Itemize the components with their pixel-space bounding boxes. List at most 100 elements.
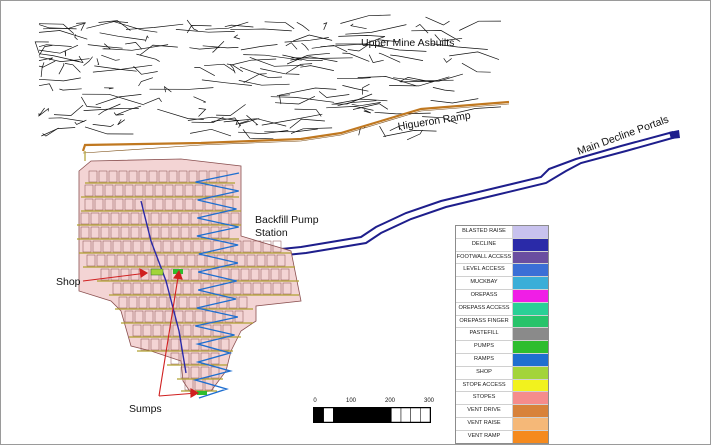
asbuilt-drift bbox=[202, 45, 239, 49]
legend-swatch bbox=[513, 315, 548, 328]
asbuilt-drift bbox=[461, 62, 491, 73]
sumps-label: Sumps bbox=[129, 403, 162, 415]
scale-segment bbox=[323, 407, 334, 423]
legend-swatch bbox=[513, 302, 548, 315]
asbuilt-drift bbox=[38, 77, 81, 82]
legend: BLASTED RAISE DECLINE FOOTWALL ACCESS LEVEL… bbox=[455, 225, 549, 444]
asbuilt-drift bbox=[285, 42, 298, 50]
scale-segment bbox=[400, 407, 411, 423]
asbuilt-drift bbox=[362, 83, 370, 95]
asbuilt-drift bbox=[136, 53, 160, 62]
legend-label: VENT RAMP bbox=[456, 430, 513, 443]
asbuilt-drift bbox=[204, 63, 235, 72]
shop-label: Shop bbox=[56, 276, 81, 288]
legend-row: BLASTED RAISE bbox=[456, 226, 548, 239]
legend-row: OREPASS FINGER bbox=[456, 315, 548, 329]
scale-tick-label: 200 bbox=[384, 398, 396, 404]
legend-label: STOPE ACCESS bbox=[456, 379, 513, 392]
asbuilt-drift bbox=[350, 23, 367, 30]
legend-label: OREPASS ACCESS bbox=[456, 302, 513, 315]
legend-swatch bbox=[513, 341, 548, 353]
legend-label: FOOTWALL ACCESS bbox=[456, 251, 513, 264]
legend-swatch bbox=[513, 328, 548, 341]
asbuilt-drift bbox=[264, 128, 318, 133]
scale-tick-label: 300 bbox=[423, 398, 435, 404]
legend-swatch bbox=[513, 392, 548, 405]
scale-segment bbox=[333, 407, 344, 423]
asbuilt-drift bbox=[342, 52, 370, 62]
legend-swatch bbox=[513, 417, 548, 430]
asbuilt-drift bbox=[104, 87, 114, 90]
asbuilt-drift bbox=[84, 126, 134, 135]
legend-swatch bbox=[513, 226, 548, 238]
legend-swatch bbox=[513, 379, 548, 392]
asbuilt-drift bbox=[175, 29, 235, 33]
legend-label: SHOP bbox=[456, 366, 513, 379]
scale-strip bbox=[313, 407, 431, 423]
asbuilt-drift bbox=[38, 65, 43, 78]
legend-label: LEVEL ACCESS bbox=[456, 264, 513, 277]
legend-swatch bbox=[513, 353, 548, 366]
asbuilt-drift bbox=[64, 63, 81, 73]
asbuilt-drift bbox=[443, 58, 452, 63]
legend-row: STOPE ACCESS bbox=[456, 379, 548, 393]
asbuilt-drift bbox=[242, 129, 274, 140]
asbuilt-drift bbox=[430, 98, 479, 104]
asbuilt-drift bbox=[99, 32, 146, 41]
asbuilt-drift bbox=[41, 60, 56, 69]
asbuilt-drift bbox=[125, 23, 184, 30]
scale-segment bbox=[362, 407, 373, 423]
scale-segment bbox=[342, 407, 353, 423]
asbuilt-drift bbox=[240, 44, 278, 51]
scale-segment bbox=[371, 407, 382, 423]
scale-tick-label: 100 bbox=[345, 398, 357, 404]
asbuilt-drift bbox=[216, 104, 246, 116]
asbuilt-drift bbox=[96, 58, 100, 66]
legend-row: OREPASS bbox=[456, 289, 548, 303]
asbuilt-drift bbox=[337, 100, 377, 107]
asbuilt-drift bbox=[318, 91, 350, 98]
asbuilt-drift bbox=[190, 128, 232, 137]
legend-row: STOPES bbox=[456, 392, 548, 406]
asbuilt-drift bbox=[231, 58, 277, 66]
asbuilt-drift bbox=[368, 54, 384, 64]
legend-row: DECLINE bbox=[456, 238, 548, 252]
scale-segment bbox=[410, 407, 421, 423]
decline-portal bbox=[669, 130, 680, 139]
asbuilt-drift bbox=[38, 44, 72, 48]
legend-label: BLASTED RAISE bbox=[456, 226, 513, 238]
asbuilt-drift bbox=[249, 56, 304, 67]
asbuilt-drift bbox=[284, 37, 329, 43]
asbuilt-drift bbox=[76, 22, 86, 31]
legend-swatch bbox=[513, 277, 548, 289]
asbuilt-drift bbox=[415, 23, 429, 34]
legend-swatch bbox=[513, 264, 548, 277]
asbuilt-drift bbox=[86, 20, 129, 29]
asbuilt-drift bbox=[149, 87, 214, 90]
scale-segment bbox=[352, 407, 363, 423]
asbuilt-drift bbox=[425, 16, 450, 26]
higueron-ramp-shadow bbox=[82, 103, 510, 154]
asbuilt-drift bbox=[115, 105, 142, 116]
asbuilt-drift bbox=[94, 65, 137, 72]
asbuilt-drift bbox=[246, 115, 259, 126]
asbuilt-drift bbox=[38, 30, 88, 40]
asbuilt-drift bbox=[243, 73, 267, 83]
asbuilt-drift bbox=[64, 50, 67, 57]
legend-label: MUCKBAY bbox=[456, 277, 513, 289]
stope-block bbox=[77, 158, 302, 394]
asbuilt-drift bbox=[432, 87, 455, 92]
asbuilt-drift bbox=[139, 44, 178, 56]
scale-segment bbox=[313, 407, 324, 423]
asbuilt-drift bbox=[87, 44, 123, 49]
asbuilt-drift bbox=[157, 108, 204, 120]
legend-swatch bbox=[513, 289, 548, 302]
asbuilt-drift bbox=[224, 24, 254, 28]
upper-mine-asbuilts-label: Upper Mine Asbuilts bbox=[361, 37, 455, 49]
asbuilt-drift bbox=[125, 42, 143, 50]
scale-segment bbox=[391, 407, 402, 423]
asbuilt-drift bbox=[201, 79, 252, 86]
legend-row: PASTEFILL bbox=[456, 328, 548, 342]
shop-marker bbox=[150, 268, 164, 276]
asbuilt-drift bbox=[112, 20, 158, 33]
